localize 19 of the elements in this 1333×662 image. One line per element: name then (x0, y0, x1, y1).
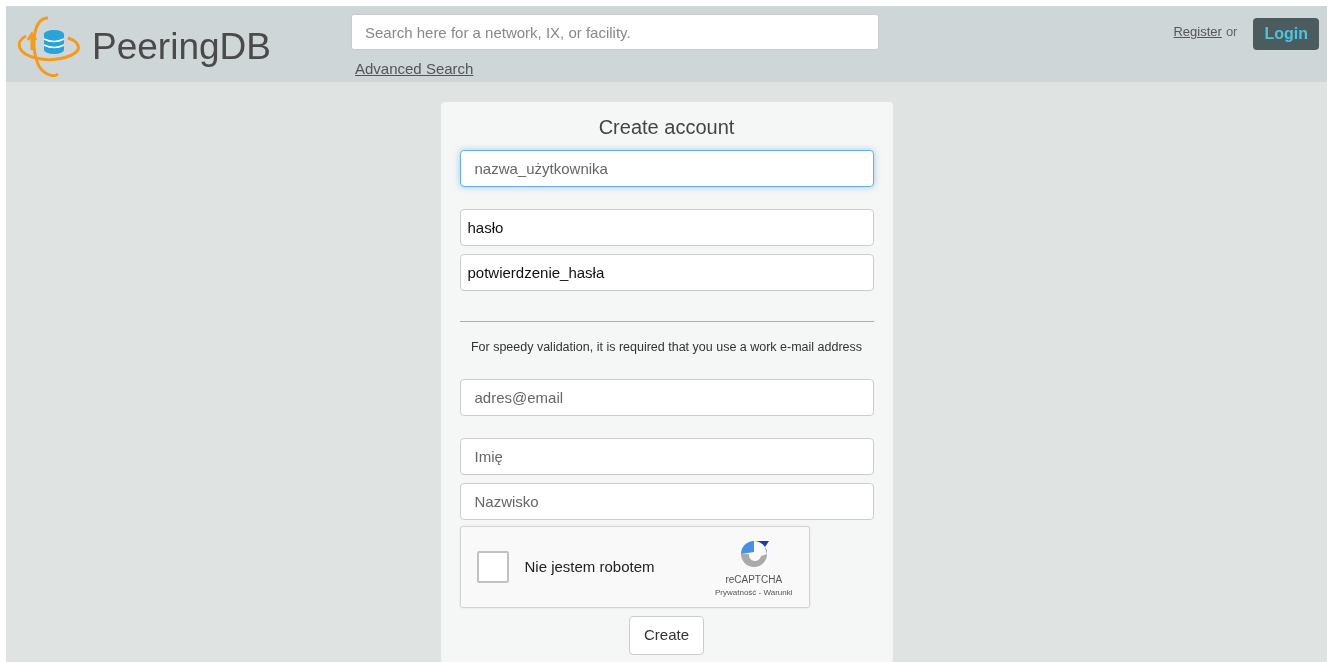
input-field[interactable]: adres@email (459, 379, 874, 416)
input-field[interactable]: nazwa_użytkownika (459, 150, 874, 187)
login-button[interactable]: Login (1253, 18, 1319, 50)
advanced-search-link[interactable]: Advanced Search (355, 58, 474, 81)
captcha-links[interactable]: Prywatność - Warunki (715, 586, 793, 599)
or-text: or (1225, 23, 1238, 41)
input-field[interactable]: Nazwisko (459, 483, 874, 520)
password-field[interactable]: potwierdzenie_hasła (459, 254, 874, 291)
info-text: For speedy validation, it is required that you use a work e-mail address (469, 340, 864, 355)
captcha-checkbox[interactable] (476, 551, 509, 583)
register-link[interactable]: Register (1173, 22, 1222, 42)
create-button[interactable]: Create (629, 616, 704, 655)
password-field[interactable]: hasło (459, 209, 874, 246)
captcha-label: Nie jestem robotem (524, 556, 655, 577)
captcha-brand: reCAPTCHA (725, 572, 783, 587)
search-field[interactable]: Search here for a network, IX, or facility. (351, 14, 879, 50)
brand-name[interactable]: PeeringDB (92, 19, 271, 75)
input-field[interactable]: Imię (459, 438, 874, 475)
form-title: Create account (598, 116, 735, 138)
